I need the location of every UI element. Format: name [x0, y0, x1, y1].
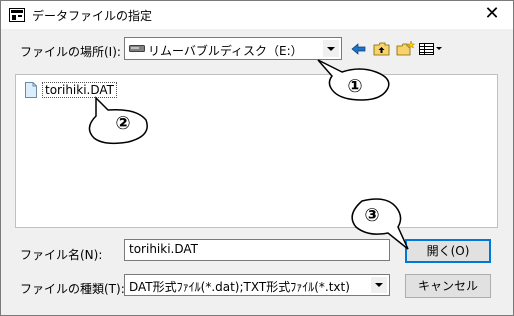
open-button[interactable]: 開く(O) — [405, 239, 491, 263]
look-in-value: リムーバブルディスク（E:） — [148, 44, 303, 58]
callout-number-2: ② — [115, 113, 131, 134]
up-folder-icon[interactable] — [372, 40, 392, 58]
look-in-dropdown[interactable]: リムーバブルディスク（E:） — [124, 37, 342, 60]
cancel-button[interactable]: キャンセル — [405, 274, 491, 298]
file-open-dialog: データファイルの指定 ✕ ファイルの場所(I): リムーバブルディスク（E:） — [0, 0, 514, 316]
chevron-down-icon[interactable] — [323, 40, 339, 57]
chevron-down-icon[interactable] — [371, 277, 387, 293]
new-folder-icon[interactable] — [395, 40, 415, 58]
app-icon — [9, 8, 25, 22]
callout-number-1: ① — [347, 76, 363, 97]
title-bar: データファイルの指定 ✕ — [1, 1, 513, 29]
file-name-label: ファイル名(N): — [20, 248, 103, 262]
close-button[interactable]: ✕ — [477, 3, 507, 27]
back-arrow-icon[interactable] — [349, 40, 369, 58]
callout-bubble-2 — [88, 96, 148, 145]
file-type-dropdown[interactable]: DAT形式ﾌｧｲﾙ(*.dat);TXT形式ﾌｧｲﾙ(*.txt) — [124, 274, 390, 296]
document-icon — [25, 82, 37, 98]
file-type-label: ファイルの種類(T): — [20, 282, 125, 296]
file-type-value: DAT形式ﾌｧｲﾙ(*.dat);TXT形式ﾌｧｲﾙ(*.txt) — [129, 280, 350, 294]
view-menu-icon[interactable] — [418, 40, 444, 58]
callout-number-3: ③ — [364, 205, 380, 226]
look-in-label: ファイルの場所(I): — [20, 45, 121, 59]
removable-drive-icon — [129, 45, 145, 52]
dialog-title: データファイルの指定 — [32, 9, 153, 23]
